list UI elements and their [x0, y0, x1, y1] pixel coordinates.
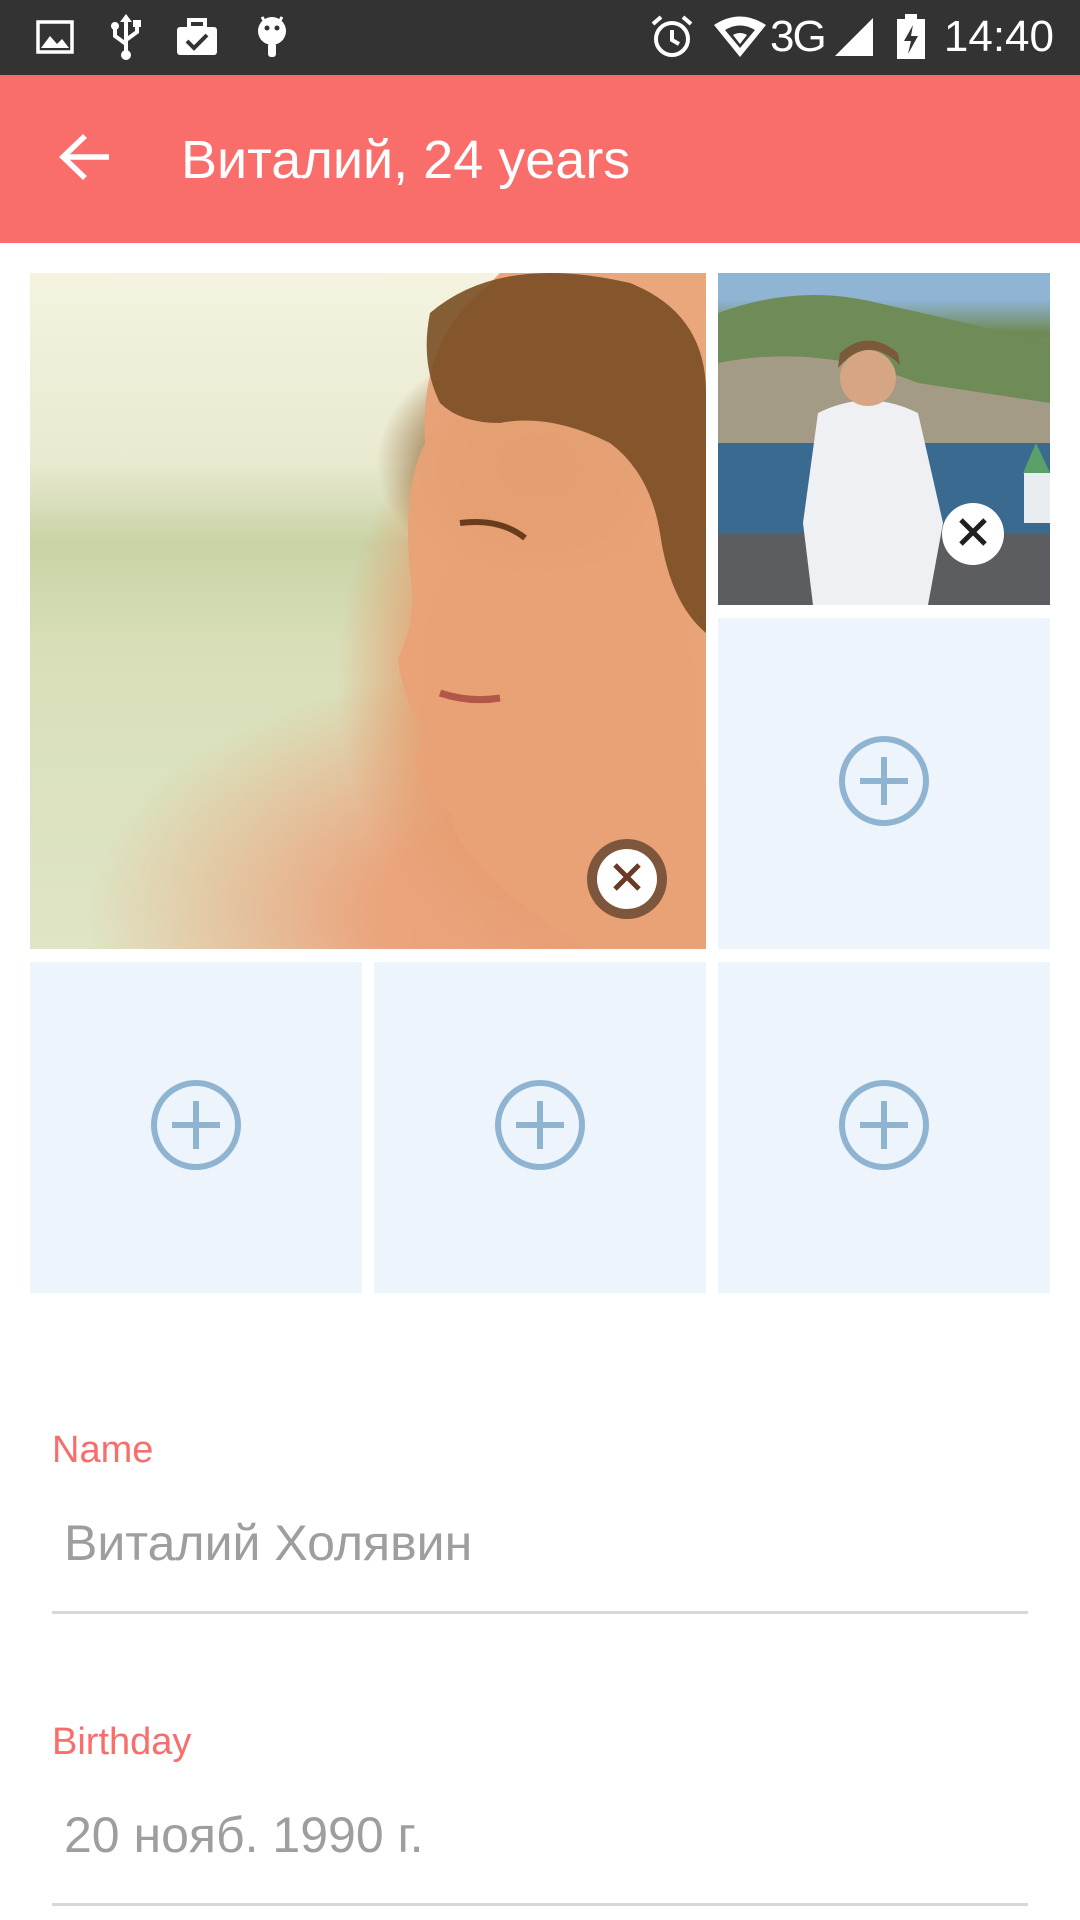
add-circle-icon	[838, 735, 930, 832]
status-bar: 3G 14:40	[0, 0, 1080, 75]
usb-icon	[106, 14, 146, 60]
status-time: 14:40	[943, 12, 1054, 61]
birthday-label: Birthday	[52, 1721, 192, 1763]
signal-icon	[832, 14, 876, 60]
add-circle-icon	[150, 1079, 242, 1176]
profile-photo-second[interactable]	[718, 273, 1050, 605]
add-photo-slot-3[interactable]	[374, 962, 706, 1293]
network-type-label: 3G	[770, 12, 827, 61]
photo-face-shape	[398, 273, 706, 949]
add-photo-slot-1[interactable]	[718, 618, 1050, 949]
back-button[interactable]	[40, 119, 130, 199]
android-icon	[252, 14, 292, 60]
add-photo-slot-4[interactable]	[718, 962, 1050, 1293]
add-circle-icon	[494, 1079, 586, 1176]
photo-person-shape	[718, 295, 1050, 605]
app-bar: Виталий, 24 years	[0, 75, 1080, 243]
birthday-field[interactable]: 20 нояб. 1990 г.	[52, 1800, 1028, 1880]
name-label: Name	[52, 1429, 154, 1471]
remove-photo-second-button[interactable]	[942, 503, 1004, 565]
profile-photo-main[interactable]	[30, 273, 706, 949]
image-icon	[34, 14, 76, 60]
birthday-field-underline	[52, 1903, 1028, 1906]
page-title: Виталий, 24 years	[181, 130, 631, 190]
name-field[interactable]: Виталий Холявин	[52, 1508, 1028, 1588]
add-photo-slot-2[interactable]	[30, 962, 362, 1293]
alarm-icon	[648, 14, 696, 60]
add-circle-icon	[838, 1079, 930, 1176]
remove-photo-main-button[interactable]	[597, 849, 657, 909]
task-icon	[174, 14, 220, 60]
close-icon	[958, 517, 988, 552]
battery-charging-icon	[894, 14, 928, 60]
close-icon	[612, 862, 642, 897]
wifi-icon	[712, 14, 768, 60]
name-field-underline	[52, 1611, 1028, 1614]
arrow-back-icon	[59, 133, 111, 186]
